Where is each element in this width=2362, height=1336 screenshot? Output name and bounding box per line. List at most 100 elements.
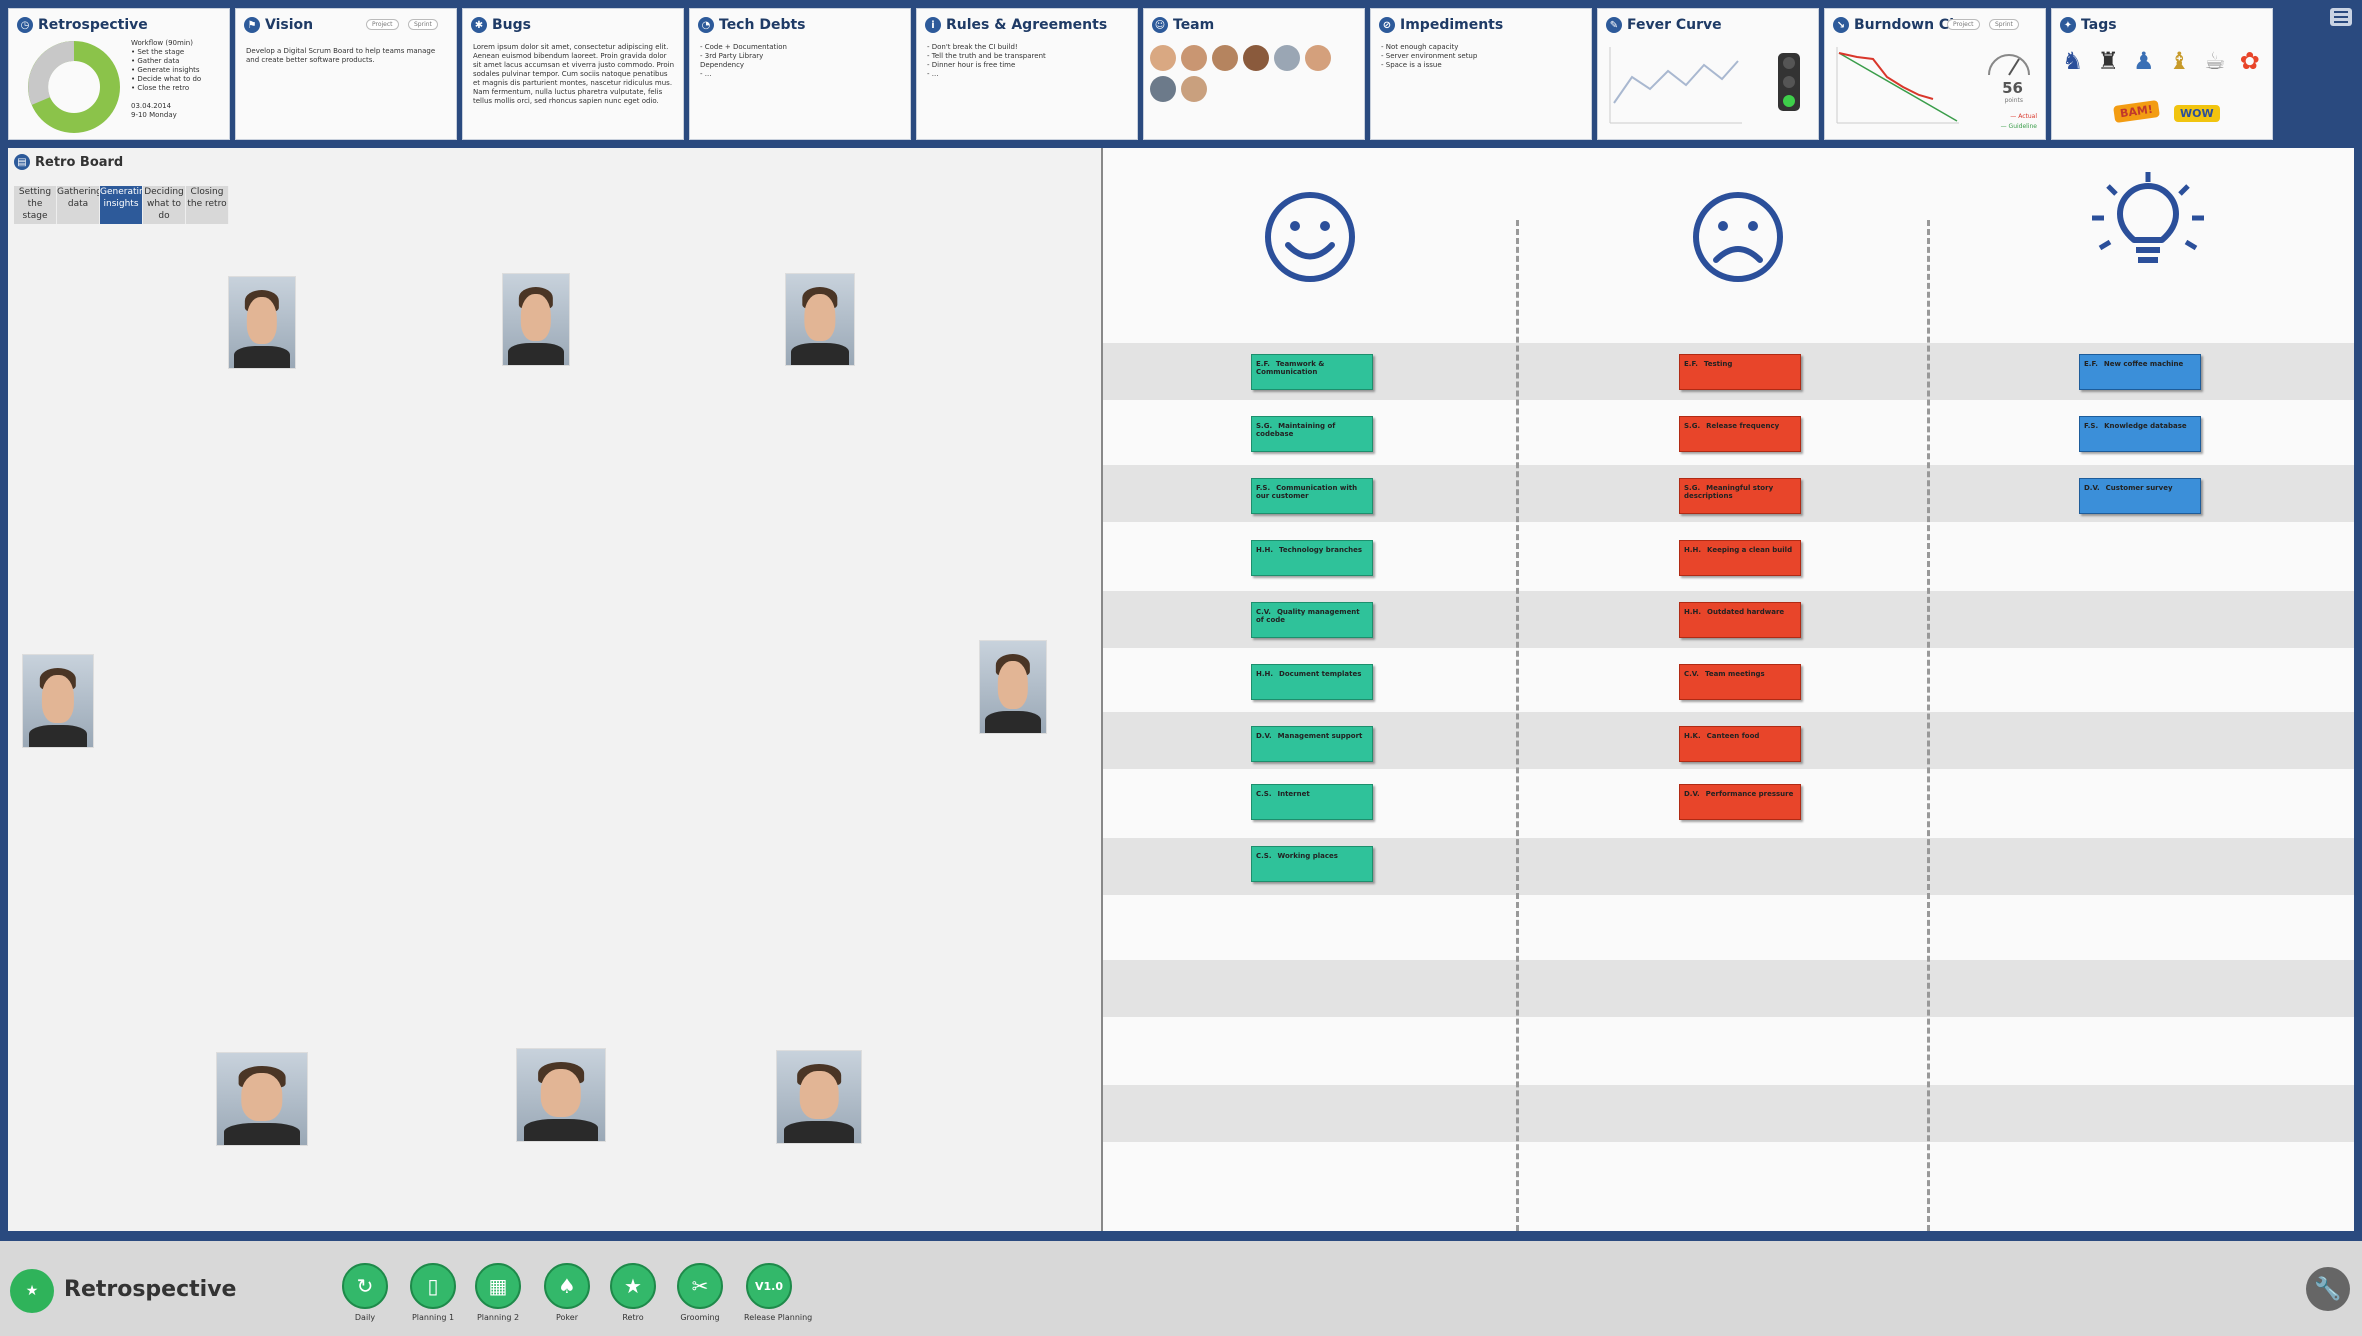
idea-card[interactable]: F.S. Knowledge database <box>2079 416 2201 452</box>
participant-photo[interactable] <box>776 1050 862 1144</box>
row-band <box>1103 960 2354 1017</box>
positive-card[interactable]: E.F. Teamwork & Communication <box>1251 354 1373 390</box>
positive-card[interactable]: C.S. Internet <box>1251 784 1373 820</box>
avatar[interactable] <box>1274 45 1300 71</box>
avatar[interactable] <box>1181 76 1207 102</box>
coffee-tag-icon[interactable]: ☕ <box>2204 47 2226 75</box>
idea-card[interactable]: E.F. New coffee machine <box>2079 354 2201 390</box>
burndown-widget[interactable]: ↘ Burndown Cht Project Sprint 56 points —… <box>1824 8 2046 140</box>
idea-card[interactable]: D.V. Customer survey <box>2079 478 2201 514</box>
stage-tab-active[interactable]: Generating insights <box>100 186 143 224</box>
sprint-badge[interactable]: Sprint <box>408 19 438 30</box>
positive-card[interactable]: C.S. Working places <box>1251 846 1373 882</box>
impediments-widget[interactable]: ⊘ Impediments - Not enough capacity - Ser… <box>1370 8 1592 140</box>
negative-card[interactable]: H.H. Outdated hardware <box>1679 602 1801 638</box>
team-widget-title: ☺ Team <box>1152 17 1214 33</box>
techdebts-widget[interactable]: ◔ Tech Debts - Code + Documentation - 3rd… <box>689 8 911 140</box>
nav-release-planning-button[interactable]: V1.0 Release Planning <box>744 1263 812 1322</box>
positive-card[interactable]: H.H. Document templates <box>1251 664 1373 700</box>
avatar[interactable] <box>1305 45 1331 71</box>
bottom-navigation-bar: ★ Retrospective ↻ Daily ▯ Planning 1 ▦ Plan… <box>0 1238 2362 1336</box>
rules-text: - Don't break the CI build! - Tell the t… <box>927 43 1046 78</box>
cards-icon: ♠ <box>544 1263 590 1309</box>
fever-chart <box>1609 47 1742 124</box>
column-divider <box>1516 220 1519 1231</box>
negative-card[interactable]: D.V. Performance pressure <box>1679 784 1801 820</box>
superhero-tag-icon[interactable]: ♞ <box>2062 47 2084 75</box>
participant-photo[interactable] <box>516 1048 606 1142</box>
impediments-text: - Not enough capacity - Server environme… <box>1381 43 1478 69</box>
avatar[interactable] <box>1150 45 1176 71</box>
astronaut-tag-icon[interactable]: ♟ <box>2133 47 2155 75</box>
participant-photo[interactable] <box>22 654 94 748</box>
speedometer-icon <box>1988 54 2030 76</box>
negative-card[interactable]: S.G. Meaningful story descriptions <box>1679 478 1801 514</box>
wizard-tag-icon[interactable]: ♝ <box>2169 47 2191 75</box>
negative-card[interactable]: H.K. Canteen food <box>1679 726 1801 762</box>
menu-icon[interactable] <box>2330 8 2352 26</box>
positive-card[interactable]: S.G. Maintaining of codebase <box>1251 416 1373 452</box>
positive-card[interactable]: F.S. Communication with our customer <box>1251 478 1373 514</box>
nav-poker-button[interactable]: ♠ Poker <box>542 1263 592 1322</box>
column-divider <box>1927 220 1930 1231</box>
negative-card[interactable]: S.G. Release frequency <box>1679 416 1801 452</box>
workflow-text: Workflow (90min) • Set the stage • Gathe… <box>131 39 202 119</box>
tags-widget[interactable]: ✦ Tags ♞ ♜ ♟ ♝ ☕ ✿ BAM! WOW <box>2051 8 2273 140</box>
team-widget[interactable]: ☺ Team <box>1143 8 1365 140</box>
sad-face-icon <box>1693 192 1783 282</box>
stage-tabs: Setting the stage Gathering data Generat… <box>14 186 229 224</box>
project-badge[interactable]: Project <box>366 19 399 30</box>
participant-photo[interactable] <box>785 273 855 366</box>
nav-grooming-button[interactable]: ✂ Grooming <box>675 1263 725 1322</box>
people-area: ▤ Retro Board Setting the stage Gathering… <box>8 148 1103 1231</box>
nav-daily-button[interactable]: ↻ Daily <box>340 1263 390 1322</box>
chart-icon: ↘ <box>1833 17 1849 33</box>
positive-card[interactable]: D.V. Management support <box>1251 726 1373 762</box>
row-band <box>1103 1085 2354 1142</box>
wow-tag[interactable]: WOW <box>2174 105 2220 122</box>
bugs-widget[interactable]: ✱ Bugs Lorem ipsum dolor sit amet, consec… <box>462 8 684 140</box>
avatar[interactable] <box>1243 45 1269 71</box>
positive-card[interactable]: H.H. Technology branches <box>1251 540 1373 576</box>
nav-planning1-button[interactable]: ▯ Planning 1 <box>408 1263 458 1322</box>
info-icon: i <box>925 17 941 33</box>
positive-card[interactable]: C.V. Quality management of code <box>1251 602 1373 638</box>
nav-retro-button[interactable]: ★ Retro <box>608 1263 658 1322</box>
settings-wrench-icon[interactable]: 🔧 <box>2306 1267 2350 1311</box>
participant-photo[interactable] <box>502 273 570 366</box>
stage-tab[interactable]: Closing the retro <box>186 186 229 224</box>
blocked-icon: ⊘ <box>1379 17 1395 33</box>
ninja-tag-icon[interactable]: ♜ <box>2098 47 2120 75</box>
avatar[interactable] <box>1212 45 1238 71</box>
lightbulb-icon <box>2092 172 2204 263</box>
version-icon: V1.0 <box>746 1263 792 1309</box>
stage-tab[interactable]: Setting the stage <box>14 186 57 224</box>
people-icon: ☺ <box>1152 17 1168 33</box>
stage-tab[interactable]: Deciding what to do <box>143 186 186 224</box>
participant-photo[interactable] <box>228 276 296 369</box>
stage-tab[interactable]: Gathering data <box>57 186 100 224</box>
nav-planning2-button[interactable]: ▦ Planning 2 <box>473 1263 523 1322</box>
bam-tag[interactable]: BAM! <box>2113 99 2160 124</box>
avatar[interactable] <box>1181 45 1207 71</box>
refresh-icon: ↻ <box>342 1263 388 1309</box>
book-icon: ▯ <box>410 1263 456 1309</box>
participant-photo[interactable] <box>216 1052 308 1146</box>
sprint-badge[interactable]: Sprint <box>1989 19 2019 30</box>
tags-widget-title: ✦ Tags <box>2060 17 2117 33</box>
negative-card[interactable]: H.H. Keeping a clean build <box>1679 540 1801 576</box>
flower-tag-icon[interactable]: ✿ <box>2240 47 2260 75</box>
fever-widget[interactable]: ✎ Fever Curve <box>1597 8 1819 140</box>
app-title: Retrospective <box>64 1277 237 1302</box>
avatar[interactable] <box>1150 76 1176 102</box>
vision-widget[interactable]: ⚑ Vision Project Sprint Develop a Digital… <box>235 8 457 140</box>
vision-widget-title: ⚑ Vision <box>244 17 313 33</box>
negative-card[interactable]: C.V. Team meetings <box>1679 664 1801 700</box>
negative-card[interactable]: E.F. Testing <box>1679 354 1801 390</box>
flag-icon: ⚑ <box>244 17 260 33</box>
rules-widget[interactable]: i Rules & Agreements - Don't break the CI… <box>916 8 1138 140</box>
participant-photo[interactable] <box>979 640 1047 734</box>
retro-board-panel: ▤ Retro Board Setting the stage Gathering… <box>8 148 2354 1231</box>
project-badge[interactable]: Project <box>1947 19 1980 30</box>
retrospective-widget[interactable]: ◷ Retrospective Workflow (90min) • Set th… <box>8 8 230 140</box>
